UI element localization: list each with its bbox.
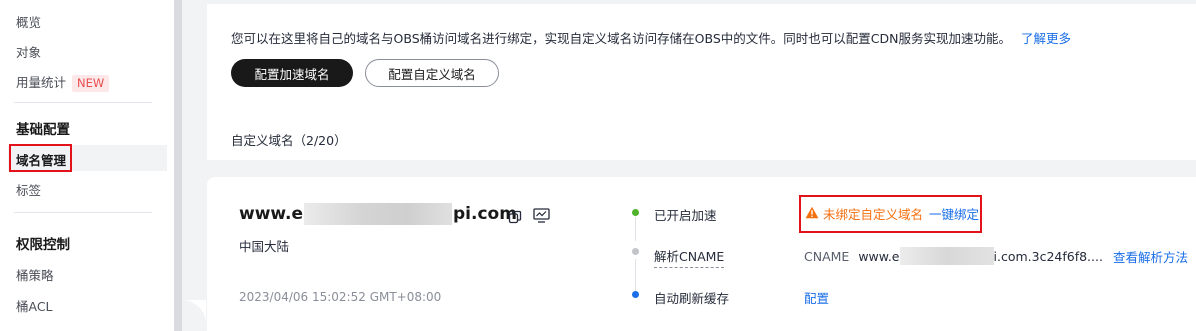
- domain-intro-panel: 您可以在这里将自己的域名与OBS桶访问域名进行绑定，实现自定义域名访问存储在OB…: [207, 4, 1196, 160]
- domain-name: www.e pi.com: [239, 203, 517, 225]
- sidebar-divider: [14, 212, 152, 213]
- timeline-connector: [635, 217, 636, 241]
- configure-custom-domain-button[interactable]: 配置自定义域名: [365, 59, 499, 87]
- step-acceleration-enabled: 已开启加速: [654, 208, 717, 223]
- view-resolution-method-link[interactable]: 查看解析方法: [1113, 247, 1188, 266]
- copy-icon[interactable]: [508, 210, 522, 227]
- created-timestamp: 2023/04/06 15:02:52 GMT+08:00: [239, 290, 442, 304]
- highlight-box: [799, 195, 982, 233]
- sidebar-item-usage-stats[interactable]: 用量统计 NEW: [16, 72, 110, 92]
- status-dot-pending: [632, 248, 639, 255]
- region-label: 中国大陆: [239, 239, 290, 254]
- domain-card: www.e pi.com 中国大陆 2023/04/06 15:02:52 GMT…: [207, 177, 1196, 331]
- redacted-area: [304, 203, 453, 225]
- status-dot-success: [632, 209, 639, 216]
- step-resolve-cname[interactable]: 解析CNAME: [654, 246, 725, 268]
- monitor-icon[interactable]: [533, 208, 550, 226]
- sidebar-item-overview[interactable]: 概览: [16, 12, 41, 31]
- sidebar-divider: [14, 102, 152, 103]
- sidebar-item-bucket-policy[interactable]: 桶策略: [16, 265, 54, 284]
- intro-description: 您可以在这里将自己的域名与OBS桶访问域名进行绑定，实现自定义域名访问存储在OB…: [231, 31, 1071, 46]
- sidebar-group-basic-config: 基础配置: [16, 122, 70, 138]
- new-badge: NEW: [72, 75, 110, 92]
- learn-more-link[interactable]: 了解更多: [1021, 31, 1071, 46]
- corner-decoration: [182, 300, 206, 331]
- sidebar-item-tags[interactable]: 标签: [16, 180, 41, 199]
- custom-domain-count: 自定义域名（2/20）: [231, 133, 347, 148]
- redacted-area: [899, 247, 994, 265]
- highlight-box: [9, 144, 72, 172]
- sidebar-item-objects[interactable]: 对象: [16, 42, 41, 61]
- cname-value: CNAME www.e i.com.3c24f6f8....: [804, 247, 1103, 265]
- configure-acceleration-domain-button[interactable]: 配置加速域名: [231, 59, 353, 87]
- sidebar-nav: 概览 对象 用量统计 NEW 基础配置 域名管理 标签 权限控制 桶策略 桶ACL: [0, 0, 174, 331]
- status-dot-info: [632, 291, 639, 298]
- timeline-connector: [635, 259, 636, 291]
- step-auto-refresh-cache: 自动刷新缓存: [654, 291, 730, 306]
- sidebar-item-label: 用量统计: [16, 75, 67, 90]
- configure-cache-refresh-link[interactable]: 配置: [804, 288, 829, 307]
- sidebar-item-bucket-acl[interactable]: 桶ACL: [16, 296, 53, 315]
- sidebar-group-access-control: 权限控制: [16, 237, 70, 253]
- sidebar-scrollbar[interactable]: [174, 0, 182, 331]
